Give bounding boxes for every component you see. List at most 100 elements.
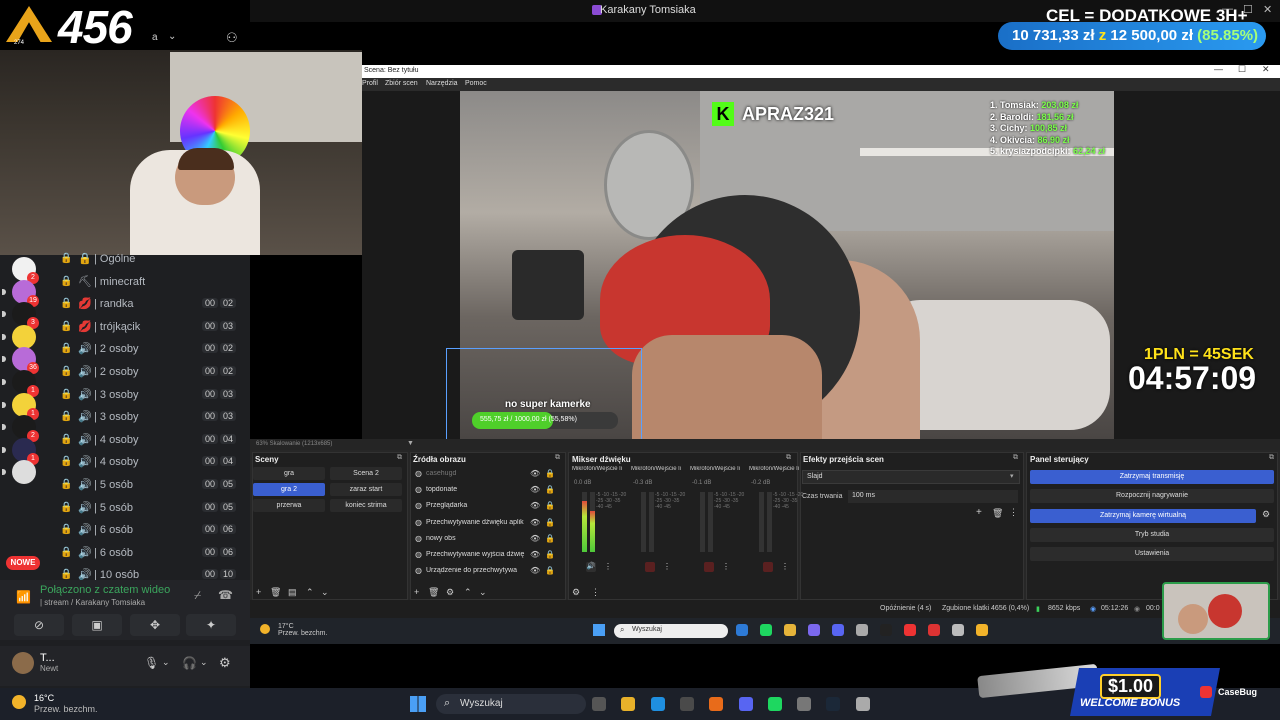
source-item[interactable]: ◍ Przechwytywanie wyjścia dźwię 👁 🔒 [414,548,556,562]
eye-icon[interactable]: 👁 [530,485,540,494]
minimize-icon[interactable]: — [1214,64,1223,74]
source-item[interactable]: ◍ nowy obs 👁 🔒 [414,532,556,546]
scene-koniec-strima[interactable]: koniec strima [330,499,402,512]
server-icon[interactable] [2,324,36,349]
source-item[interactable]: ◍ Urządzenie do przechwytywa 👁 🔒 [414,564,556,578]
control-button[interactable]: Zatrzymaj kamerę wirtualną [1030,508,1256,523]
more-icon[interactable]: ⋮ [722,562,730,571]
taskbar-app-icon[interactable] [760,624,772,636]
signal-icon[interactable]: 📶 [16,590,31,604]
inner-search-box[interactable]: Wyszukaj [614,624,728,638]
more-icon[interactable]: ⋮ [591,587,600,598]
menu-scene-collection[interactable]: Zbiór scen [385,80,418,87]
taskbar-app-icon[interactable] [880,624,892,636]
taskbar-app-icon[interactable] [904,624,916,636]
trash-icon[interactable]: 🗑 [992,508,1003,519]
voice-channel[interactable]: 🔒 🔊 | 4 osoby 00 04 [50,431,240,451]
voice-channel[interactable]: 🔒 🔊 | 2 osoby 00 02 [50,340,240,360]
taskbar-app-icon[interactable] [592,697,606,711]
taskbar-app-icon[interactable] [784,624,796,636]
more-icon[interactable]: ⋮ [1009,507,1018,518]
taskbar-app-icon[interactable] [826,697,841,711]
trash-icon[interactable]: 🗑 [428,587,439,598]
scene-gra-2[interactable]: gra 2 [253,483,325,496]
server-icon[interactable]: 3 [2,302,39,330]
menu-help[interactable]: Pomoc [465,80,487,87]
source-item[interactable]: ◍ Przeglądarka 👁 🔒 [414,499,556,513]
lock-icon[interactable]: 🔒 [545,534,555,543]
gear-icon[interactable]: ⚙ [1262,509,1270,520]
taskbar-app-icon[interactable] [767,697,782,711]
taskbar-app-icon[interactable] [709,697,724,711]
server-icon[interactable]: 1 [2,370,39,397]
lock-icon[interactable]: 🔒 [545,518,555,527]
voice-channel[interactable]: 🔒 🔊 | 2 osoby 00 02 [50,363,240,383]
scene-gra[interactable]: gra [253,467,325,480]
voice-channel[interactable]: | stream / Karakany Tomsiaka [40,598,145,607]
taskbar-app-icon[interactable] [797,697,812,711]
headphones-icon[interactable]: 🎧 [182,656,197,670]
server-icon[interactable] [2,460,36,485]
scene-przerwa[interactable]: przerwa [253,499,325,512]
eye-icon[interactable]: 👁 [530,518,540,527]
arrow-down-icon[interactable]: ⌄ [479,587,487,598]
voice-channel[interactable]: 🔒 🔊 | 3 osoby 00 03 [50,408,240,428]
close-icon[interactable]: ✕ [1263,3,1272,16]
add-icon[interactable]: + [976,507,982,518]
dock-menu-icon[interactable]: ⧉ [555,454,560,462]
voice-channel[interactable]: 🔒 🔊 | 5 osób 00 05 [50,499,240,519]
eye-icon[interactable]: 👁 [530,534,540,543]
eye-icon[interactable]: 👁 [530,501,540,510]
voice-channel[interactable]: 🔒 🔊 | 6 osób 00 06 [50,544,240,564]
weather-icon[interactable] [12,695,26,709]
voice-channel[interactable]: 🔒 💋 | randka 00 02 [50,295,240,315]
caret-down-icon[interactable]: ▼ [407,440,414,447]
mute-toggle[interactable] [763,562,773,572]
taskbar-app-icon[interactable] [808,624,820,636]
avatar[interactable] [12,652,34,674]
scene-zaraz-start[interactable]: zaraz start [330,483,402,496]
server-icon[interactable]: 2 [2,415,39,443]
source-item[interactable]: ◍ casehugd 👁 🔒 [414,467,556,481]
dock-menu-icon[interactable]: ⧉ [1013,454,1018,462]
lock-icon[interactable]: 🔒 [545,550,555,559]
voice-channel[interactable]: 🔒 💋 | trójkącik 00 03 [50,318,240,338]
dock-menu-icon[interactable]: ⧉ [397,454,402,462]
taskbar-app-icon[interactable] [679,697,694,711]
chevron-down-icon[interactable]: ⌄ [200,657,208,668]
taskbar-app-icon[interactable] [621,697,636,711]
eye-icon[interactable]: 👁 [530,566,540,575]
chevron-down-icon[interactable]: ⌄ [162,657,170,668]
taskbar-app-icon[interactable] [832,624,844,636]
control-button[interactable]: Zatrzymaj transmisję [1030,470,1274,484]
voice-channel[interactable]: 🔒 🔊 | 4 osoby 00 04 [50,453,240,473]
add-person-icon[interactable]: ⚇ [226,30,238,46]
mute-toggle[interactable]: 🔊 [586,562,596,572]
menu-profile[interactable]: Profil [362,80,378,87]
voice-channel[interactable]: 🔒 🔊 | 3 osoby 00 03 [50,386,240,406]
disconnect-icon[interactable]: ☎ [218,588,233,602]
server-icon[interactable]: 1 [2,437,39,465]
gear-icon[interactable]: ⚙ [446,587,454,598]
voice-channel[interactable]: 🔒 🔊 | 6 osób 00 06 [50,521,240,541]
taskbar-search[interactable] [436,694,586,714]
noise-suppression-icon[interactable]: ⌿ [194,588,201,603]
voice-channel[interactable]: 🔒 ⛏ | minecraft [50,273,240,293]
more-icon[interactable]: ⋮ [663,562,671,571]
trash-icon[interactable]: 🗑 [270,587,281,598]
windows-start-icon[interactable] [410,696,426,712]
source-item[interactable]: ◍ Przechwytywanie dźwięku aplik 👁 🔒 [414,516,556,530]
add-icon[interactable]: + [414,587,419,597]
mute-toggle[interactable] [645,562,655,572]
chevron-down-icon[interactable]: ▾ [1010,472,1014,480]
chevron-down-icon[interactable]: ⌄ [168,31,176,42]
eye-icon[interactable]: 👁 [530,469,540,478]
activity-button[interactable]: ✥ [130,614,180,636]
lock-icon[interactable]: 🔒 [545,485,555,494]
arrow-down-icon[interactable]: ⌄ [321,587,329,598]
voice-channel[interactable]: 🔒 🔒 | Ogólne [50,250,240,270]
taskbar-app-icon[interactable] [650,697,665,711]
windows-start-icon[interactable] [593,624,605,636]
add-icon[interactable]: + [256,587,261,597]
duration-input[interactable]: 100 ms [848,490,1018,503]
